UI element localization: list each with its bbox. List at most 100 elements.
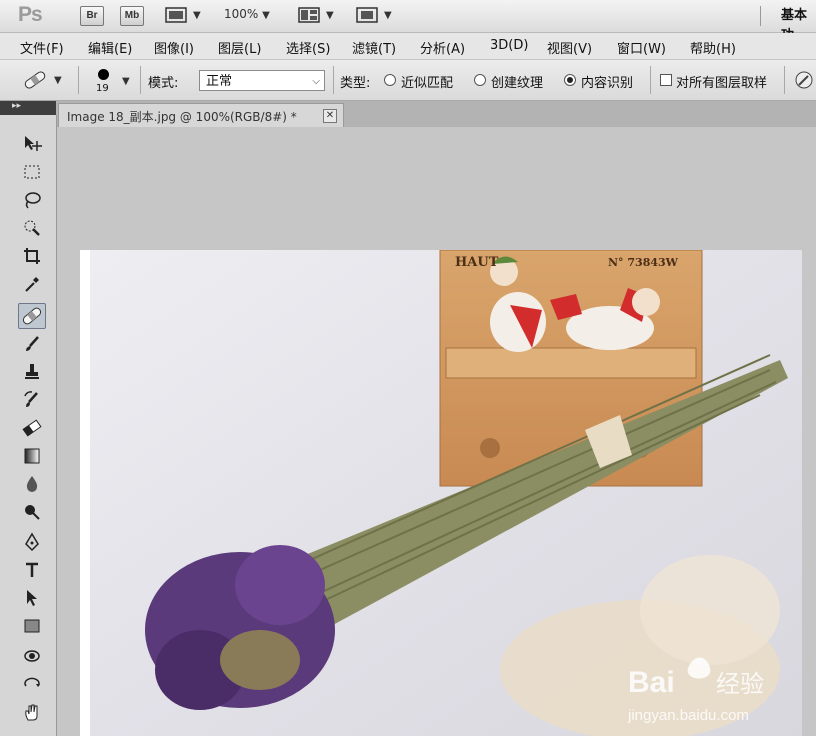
dodge-icon — [25, 505, 40, 520]
hand-tool[interactable] — [18, 699, 46, 725]
spot-healing-brush-icon — [24, 71, 46, 89]
film-strip-icon — [165, 7, 187, 23]
arrange-documents-button[interactable]: ▼ — [298, 5, 334, 25]
mode-label: 模式: — [148, 76, 179, 91]
arrange-icon — [298, 7, 320, 23]
move-icon — [25, 136, 42, 151]
path-selection-tool[interactable] — [18, 585, 46, 611]
menu-3d[interactable]: 3D(D) — [490, 38, 528, 53]
eyedropper-tool[interactable] — [18, 271, 46, 297]
watermark-url: jingyan.baidu.com — [627, 707, 749, 724]
chevron-down-icon: ⌵ — [312, 76, 320, 87]
pen-icon — [25, 532, 39, 552]
separator — [333, 66, 334, 94]
pressure-size-icon[interactable] — [794, 70, 814, 90]
sample-all-layers-checkbox[interactable] — [660, 74, 672, 86]
clone-stamp-tool[interactable] — [18, 359, 46, 385]
crop-icon — [24, 248, 40, 264]
view-extras-button[interactable]: ▼ — [165, 5, 201, 25]
radio-create-texture[interactable] — [474, 74, 486, 86]
separator — [784, 66, 785, 94]
radio-label-content-aware: 内容识别 — [581, 76, 634, 91]
gradient-tool[interactable] — [18, 443, 46, 469]
photo-illustration: HAUT N° 73843W Bai 经验 jingyan.baidu.com — [80, 250, 802, 736]
eyedropper-icon — [25, 277, 39, 292]
menu-help[interactable]: 帮助(H) — [690, 38, 736, 57]
3d-orbit-tool[interactable] — [18, 671, 46, 697]
close-tab-icon[interactable]: ✕ — [323, 109, 337, 123]
dodge-tool[interactable] — [18, 499, 46, 525]
eraser-tool[interactable] — [18, 415, 46, 441]
blur-drop-icon — [26, 476, 38, 492]
menu-file[interactable]: 文件(F) — [20, 38, 64, 57]
move-tool[interactable] — [18, 131, 46, 157]
menu-analysis[interactable]: 分析(A) — [420, 38, 465, 57]
type-label: 类型: — [340, 76, 371, 91]
brush-picker[interactable]: 19 ▼ — [90, 66, 138, 96]
hand-icon — [25, 704, 38, 721]
sign-text-right: N° 73843W — [608, 256, 679, 269]
sample-all-layers-label: 对所有图层取样 — [676, 76, 768, 91]
menu-bar: 文件(F) 编辑(E) 图像(I) 图层(L) 选择(S) 滤镜(T) 分析(A… — [0, 33, 816, 60]
tool-preset-picker[interactable]: ▼ — [22, 68, 70, 92]
expand-panel-icon: ▸▸ — [12, 101, 22, 111]
zoom-value: 100% — [224, 7, 259, 21]
quick-selection-tool[interactable] — [18, 215, 46, 241]
pen-tool[interactable] — [18, 529, 46, 555]
tool-options-bar: ▼ 19 ▼ 模式: 正常 ⌵ 类型: 近似匹配 创建纹理 内容识别 对所有图层… — [0, 60, 816, 101]
menu-image[interactable]: 图像(I) — [154, 38, 194, 57]
history-brush-icon — [24, 391, 38, 407]
rect-marquee-icon — [24, 165, 40, 179]
menu-select[interactable]: 选择(S) — [286, 38, 330, 57]
stamp-icon — [25, 364, 39, 379]
document-tab[interactable]: Image 18_副本.jpg @ 100%(RGB/8#) * ✕ — [58, 103, 344, 127]
radio-label-create-texture: 创建纹理 — [491, 76, 544, 91]
screen-mode-button[interactable]: ▼ — [356, 5, 392, 25]
mini-bridge-button[interactable]: Mb — [120, 6, 144, 26]
eraser-icon — [22, 419, 42, 437]
bridge-button[interactable]: Br — [80, 6, 104, 26]
marquee-tool[interactable] — [18, 159, 46, 185]
chevron-down-icon: ▼ — [384, 9, 392, 21]
document-image[interactable]: HAUT N° 73843W Bai 经验 jingyan.baidu.com — [80, 250, 802, 736]
path-select-icon — [27, 590, 37, 606]
menu-view[interactable]: 视图(V) — [547, 38, 592, 57]
lasso-icon — [25, 192, 41, 209]
menu-filter[interactable]: 滤镜(T) — [352, 38, 396, 57]
mode-select[interactable]: 正常 ⌵ — [199, 70, 325, 91]
spot-healing-brush-tool[interactable] — [18, 303, 46, 329]
brush-tip-icon — [98, 69, 109, 80]
blur-tool[interactable] — [18, 471, 46, 497]
application-bar: Ps Br Mb ▼ 100% ▼ ▼ ▼ 基本功 — [0, 0, 816, 43]
history-brush-tool[interactable] — [18, 387, 46, 413]
type-icon — [26, 562, 38, 577]
document-tab-title: Image 18_副本.jpg @ 100%(RGB/8#) * — [67, 110, 297, 124]
menu-window[interactable]: 窗口(W) — [617, 38, 666, 57]
radio-content-aware[interactable] — [564, 74, 576, 86]
lasso-tool[interactable] — [18, 187, 46, 213]
watermark-brand: Bai — [628, 666, 675, 699]
chevron-down-icon: ▼ — [122, 76, 130, 87]
photoshop-logo: Ps — [18, 3, 43, 26]
radio-label-proximity-match: 近似匹配 — [401, 76, 454, 91]
brush-size: 19 — [96, 83, 109, 94]
separator — [140, 66, 141, 94]
screen-mode-icon — [356, 7, 378, 23]
chevron-down-icon: ▼ — [326, 9, 334, 21]
3d-orbit-icon — [24, 677, 40, 687]
brush-tool[interactable] — [18, 331, 46, 357]
menu-edit[interactable]: 编辑(E) — [88, 38, 132, 57]
mode-value: 正常 — [206, 74, 233, 89]
quick-select-icon — [24, 220, 40, 236]
menu-layer[interactable]: 图层(L) — [218, 38, 261, 57]
zoom-level[interactable]: 100% ▼ — [224, 7, 270, 21]
crop-tool[interactable] — [18, 243, 46, 269]
workspace-switcher[interactable]: 基本功 — [760, 6, 816, 43]
toolbox-header[interactable]: ▸▸ — [0, 101, 56, 115]
3d-rotate-tool[interactable] — [18, 643, 46, 669]
type-tool[interactable] — [18, 557, 46, 583]
rectangle-tool[interactable] — [18, 613, 46, 639]
radio-proximity-match[interactable] — [384, 74, 396, 86]
separator — [650, 66, 651, 94]
bandage-icon — [22, 307, 42, 325]
